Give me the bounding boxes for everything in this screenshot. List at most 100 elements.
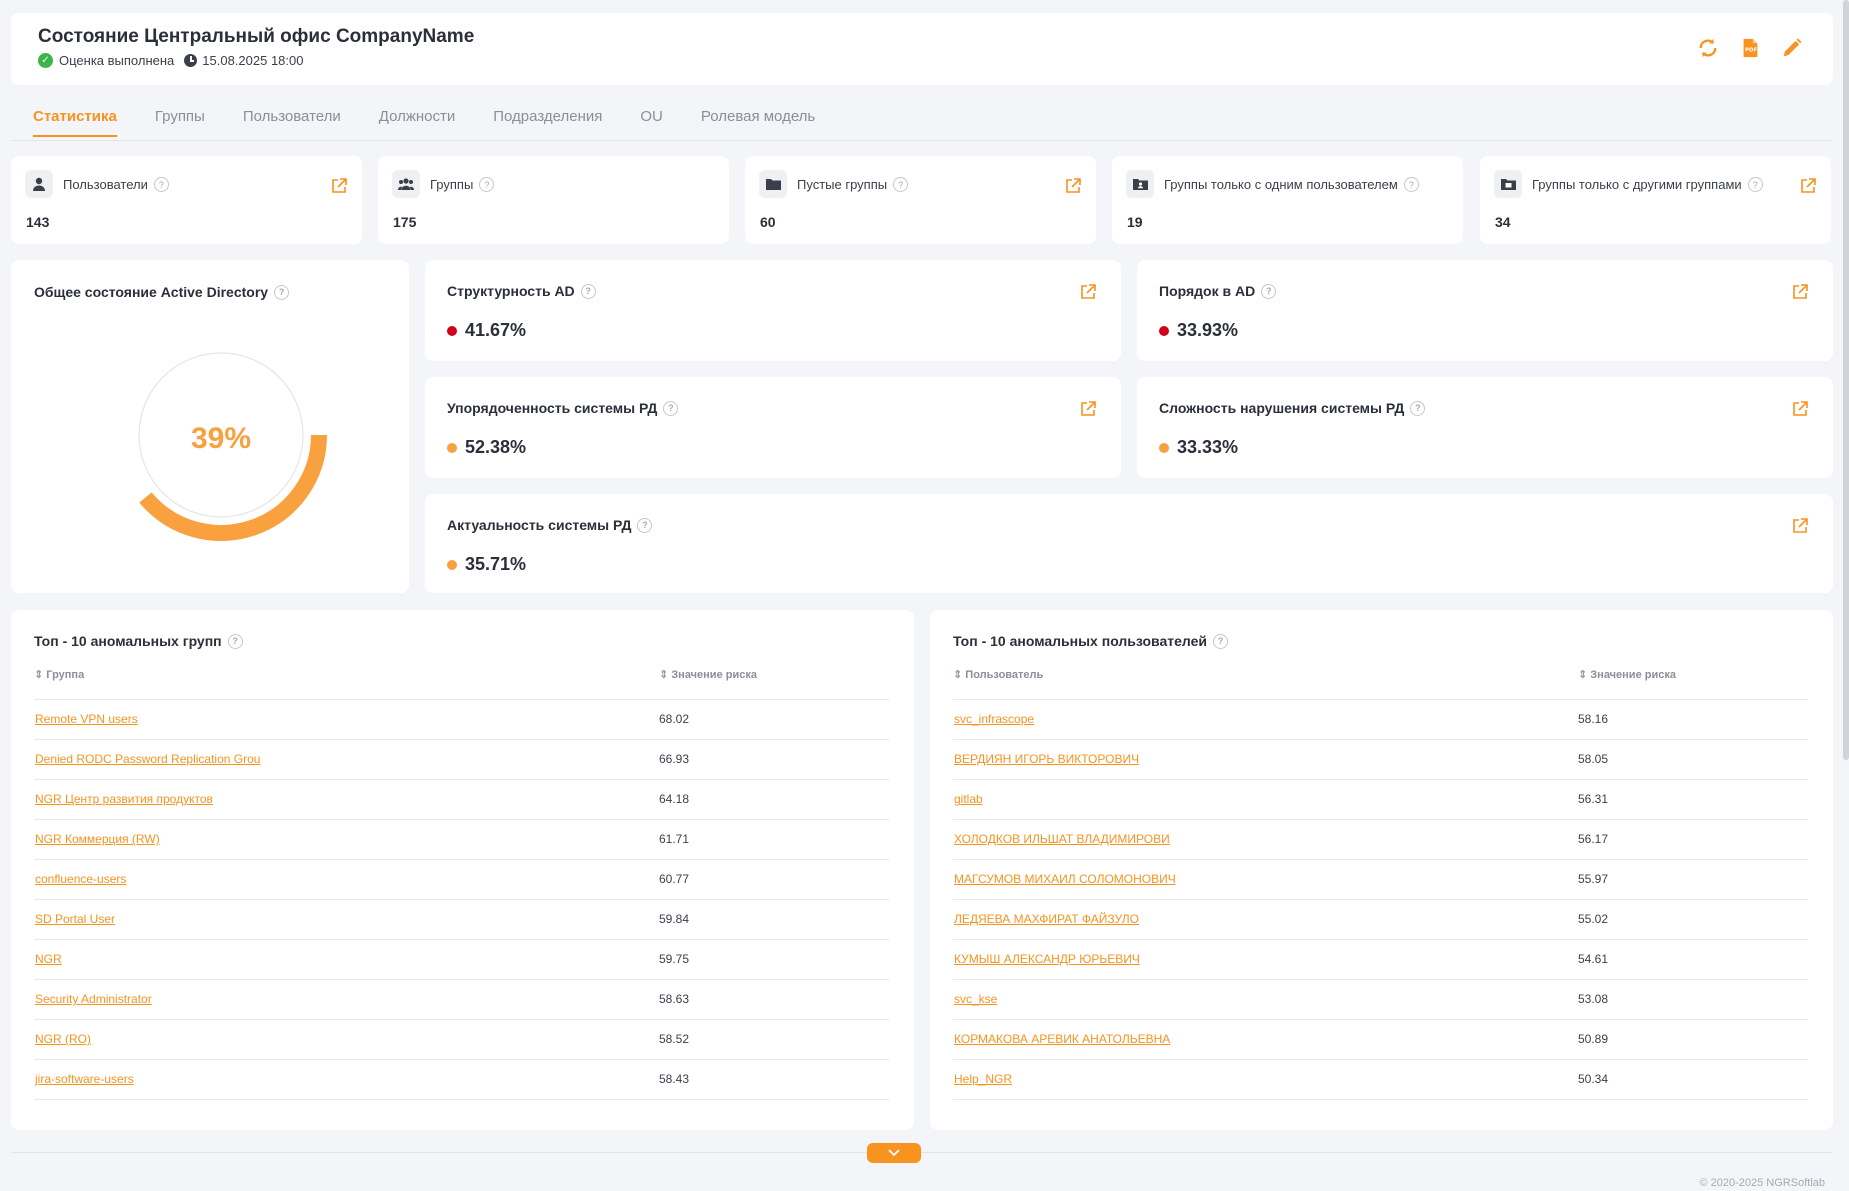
help-icon[interactable]: ?	[580, 283, 596, 299]
pdf-export-icon[interactable]: PDF	[1739, 37, 1761, 59]
group-link[interactable]: SD Portal User	[35, 912, 115, 926]
group-link[interactable]: Security Administrator	[35, 992, 152, 1006]
table-row: gitlab 56.31	[953, 779, 1808, 819]
metric-value: 35.71%	[465, 554, 527, 574]
risk-value: 58.63	[659, 992, 690, 1006]
column-header-risk[interactable]: ⇕ Значение риска	[1578, 668, 1676, 681]
column-header-group[interactable]: ⇕ Группа	[34, 668, 84, 681]
user-link[interactable]: svc_infrascope	[954, 712, 1034, 726]
external-link-icon[interactable]	[1079, 283, 1097, 301]
stat-label: Группы	[430, 177, 474, 192]
external-link-icon[interactable]	[1791, 283, 1809, 301]
metric-order: Порядок в AD? 33.93%	[1137, 260, 1833, 361]
metric-title: Структурность AD	[447, 283, 575, 299]
risk-value: 56.31	[1578, 792, 1609, 806]
external-link-icon[interactable]	[1799, 177, 1817, 195]
tab-bar: Статистика Группы Пользователи Должности…	[33, 108, 853, 137]
tab-ou[interactable]: OU	[640, 108, 663, 137]
help-icon[interactable]: ?	[274, 284, 290, 300]
user-link[interactable]: КОРМАКОВА АРЕВИК АНАТОЛЬЕВНА	[954, 1032, 1170, 1046]
help-icon[interactable]: ?	[663, 400, 679, 416]
table-row: Help_NGR 50.34	[953, 1059, 1808, 1099]
external-link-icon[interactable]	[330, 177, 348, 195]
group-link[interactable]: Denied RODC Password Replication Grou	[35, 752, 260, 766]
user-link[interactable]: svc_kse	[954, 992, 997, 1006]
risk-value: 50.89	[1578, 1032, 1609, 1046]
help-icon[interactable]: ?	[1261, 283, 1277, 299]
table-row: КУМЫШ АЛЕКСАНДР ЮРЬЕВИЧ 54.61	[953, 939, 1808, 979]
top-users-card: Топ - 10 аномальных пользователей? ⇕ Пол…	[930, 610, 1833, 1130]
column-header-risk[interactable]: ⇕ Значение риска	[659, 668, 757, 681]
group-icon	[392, 170, 420, 198]
table-row: NGR Центр развития продуктов 64.18	[34, 779, 889, 819]
stat-card-single-user-groups: Группы только с одним пользователем? 19	[1112, 156, 1463, 244]
folder-icon	[759, 170, 787, 198]
risk-value: 60.77	[659, 872, 690, 886]
column-header-user[interactable]: ⇕ Пользователь	[953, 668, 1043, 681]
help-icon[interactable]: ?	[637, 517, 653, 533]
help-icon[interactable]: ?	[227, 633, 243, 649]
user-link[interactable]: ВЕРДИЯН ИГОРЬ ВИКТОРОВИЧ	[954, 752, 1139, 766]
scrollbar[interactable]	[1843, 0, 1849, 760]
assessment-meta: ✓ Оценка выполнена 15.08.2025 18:00	[38, 53, 304, 68]
stat-card-groups: Группы? 175	[378, 156, 729, 244]
overall-ad-state-card: Общее состояние Active Directory? 39%	[11, 260, 409, 593]
user-link[interactable]: ЛЕДЯЕВА МАХФИРАТ ФАЙЗУЛО	[954, 912, 1139, 926]
refresh-icon[interactable]	[1697, 37, 1719, 59]
table-row: SD Portal User 59.84	[34, 899, 889, 939]
table-row: svc_infrascope 58.16	[953, 699, 1808, 739]
tab-role-model[interactable]: Ролевая модель	[701, 108, 815, 137]
metric-value: 52.38%	[465, 437, 527, 457]
user-link[interactable]: gitlab	[954, 792, 983, 806]
user-link[interactable]: МАГСУМОВ МИХАИЛ СОЛОМОНОВИЧ	[954, 872, 1176, 886]
metric-value: 33.93%	[1177, 320, 1239, 340]
group-link[interactable]: jira-software-users	[35, 1072, 134, 1086]
metric-title: Упорядоченность системы РД	[447, 400, 658, 416]
external-link-icon[interactable]	[1079, 400, 1097, 418]
group-link[interactable]: NGR Центр развития продуктов	[35, 792, 213, 806]
group-link[interactable]: confluence-users	[35, 872, 126, 886]
tab-statistics[interactable]: Статистика	[33, 108, 117, 137]
edit-icon[interactable]	[1781, 37, 1803, 59]
help-icon[interactable]: ?	[1410, 400, 1426, 416]
tab-departments[interactable]: Подразделения	[493, 108, 602, 137]
footer-copyright: © 2020-2025 NGRSoftlab	[1699, 1177, 1825, 1189]
overall-title: Общее состояние Active Directory	[34, 284, 269, 300]
risk-value: 66.93	[659, 752, 690, 766]
help-icon[interactable]: ?	[1403, 177, 1419, 192]
metric-rd-actuality: Актуальность системы РД? 35.71%	[425, 494, 1833, 593]
stat-card-nested-groups: Группы только с другими группами? 34	[1480, 156, 1831, 244]
risk-value: 59.75	[659, 952, 690, 966]
tab-divider	[11, 140, 1833, 141]
external-link-icon[interactable]	[1791, 517, 1809, 535]
tab-positions[interactable]: Должности	[379, 108, 456, 137]
group-link[interactable]: NGR	[35, 952, 62, 966]
table-row: jira-software-users 58.43	[34, 1059, 889, 1099]
tab-users[interactable]: Пользователи	[243, 108, 341, 137]
status-dot	[447, 325, 457, 336]
user-link[interactable]: КУМЫШ АЛЕКСАНДР ЮРЬЕВИЧ	[954, 952, 1140, 966]
user-link[interactable]: ХОЛОДКОВ ИЛЬШАТ ВЛАДИМИРОВИ	[954, 832, 1170, 846]
help-icon[interactable]: ?	[153, 177, 169, 192]
metric-title: Актуальность системы РД	[447, 517, 632, 533]
help-icon[interactable]: ?	[893, 177, 909, 192]
help-icon[interactable]: ?	[1213, 633, 1229, 649]
stat-card-users: Пользователи? 143	[11, 156, 362, 244]
external-link-icon[interactable]	[1791, 400, 1809, 418]
expand-button[interactable]	[867, 1143, 921, 1163]
table-row: Remote VPN users 68.02	[34, 699, 889, 739]
group-link[interactable]: NGR Коммерция (RW)	[35, 832, 160, 846]
stat-value: 60	[760, 214, 776, 230]
stat-label: Группы только с другими группами	[1532, 177, 1742, 192]
group-link[interactable]: NGR (RO)	[35, 1032, 91, 1046]
stat-label: Пользователи	[63, 177, 148, 192]
group-link[interactable]: Remote VPN users	[35, 712, 138, 726]
user-link[interactable]: Help_NGR	[954, 1072, 1012, 1086]
help-icon[interactable]: ?	[1747, 177, 1763, 192]
risk-value: 55.97	[1578, 872, 1609, 886]
external-link-icon[interactable]	[1064, 177, 1082, 195]
table-row: Security Administrator 58.63	[34, 979, 889, 1019]
tab-groups[interactable]: Группы	[155, 108, 205, 137]
status-dot	[1159, 325, 1169, 336]
help-icon[interactable]: ?	[479, 177, 495, 192]
